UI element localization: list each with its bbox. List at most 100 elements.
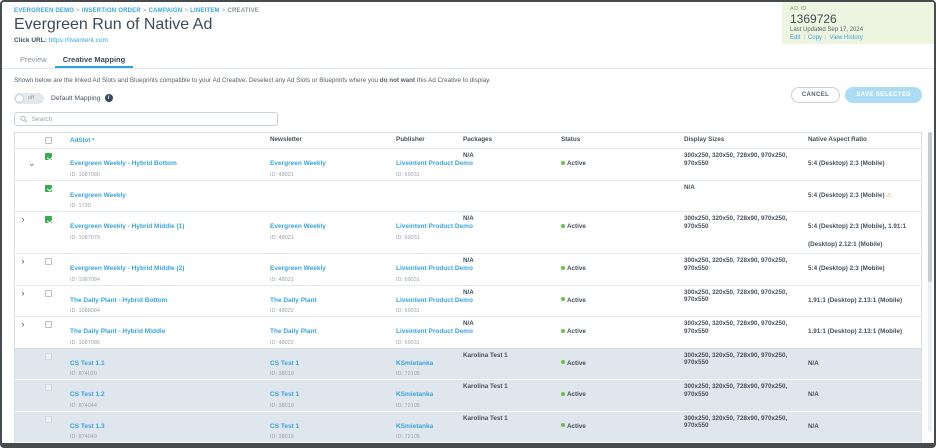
native-aspect-ratio-cell: 5:4 (Desktop) 2:3 (Mobile)⚠ bbox=[808, 181, 921, 212]
ad-action-view-history[interactable]: View History bbox=[829, 35, 862, 41]
column-header-packages[interactable]: Packages bbox=[463, 133, 561, 148]
publisher-id: ID: 69031 bbox=[396, 340, 459, 346]
adslot-link[interactable]: CS Test 1.3 bbox=[70, 423, 105, 431]
column-header-status[interactable]: Status bbox=[561, 133, 684, 148]
column-header-native-aspect-ratio[interactable]: Native Aspect Ratio bbox=[808, 133, 921, 148]
search-input[interactable] bbox=[32, 116, 272, 123]
publisher-cell: KSmietankaID: 72105 bbox=[396, 443, 463, 448]
table-row[interactable]: › Evergreen Weekly - Hybrid Middle (1)ID:… bbox=[15, 211, 921, 253]
tab-creative-mapping[interactable]: Creative Mapping bbox=[55, 52, 134, 68]
table-row[interactable]: › The Daily Plant - Hybrid Bottom ID: 1088… bbox=[15, 285, 921, 317]
expand-cell bbox=[15, 412, 31, 443]
breadcrumb-item[interactable]: INSERTION ORDER bbox=[82, 8, 141, 14]
row-checkbox[interactable] bbox=[45, 153, 52, 160]
newsletter-id: ID: 48021 bbox=[270, 172, 392, 178]
row-checkbox[interactable] bbox=[45, 290, 52, 297]
adslot-link[interactable]: Evergreen Weekly bbox=[70, 192, 126, 200]
column-header-adslot[interactable]: AdSlot▲ bbox=[70, 133, 270, 148]
packages-cell: Karolina Test 1 bbox=[463, 349, 561, 380]
adslot-cell: Evergreen Weekly - Hybrid Middle (1)ID: … bbox=[70, 212, 270, 253]
cancel-button[interactable]: CANCEL bbox=[791, 87, 840, 103]
adslot-link[interactable]: CS Test 1.1 bbox=[70, 360, 105, 368]
scrollbar-thumb[interactable] bbox=[928, 132, 932, 282]
newsletter-link[interactable]: The Daily Plant bbox=[270, 328, 317, 336]
ratio-value: 1.91:1 (Desktop) 2.13:1 (Mobile) bbox=[808, 297, 902, 304]
table-row[interactable]: CS Test 1.3ID: 874049CS Test 1ID: 38019K… bbox=[15, 411, 921, 443]
breadcrumb-separator: > bbox=[143, 8, 147, 14]
publisher-link[interactable]: Liveintent Product Demo bbox=[396, 160, 473, 168]
chevron-down-icon[interactable]: › bbox=[10, 163, 36, 166]
chevron-right-icon[interactable]: › bbox=[22, 257, 25, 283]
table-row[interactable]: CS Test 1.1ID: 874020CS Test 1ID: 38019K… bbox=[15, 348, 921, 380]
adslot-link[interactable]: The Daily Plant - Hybrid Middle bbox=[70, 328, 165, 336]
packages-cell: N/A bbox=[463, 286, 561, 317]
publisher-link[interactable]: KSmietanka bbox=[396, 423, 433, 431]
tab-preview[interactable]: Preview bbox=[12, 52, 55, 68]
newsletter-link[interactable]: Evergreen Weekly bbox=[270, 160, 326, 168]
click-url-link[interactable]: https://liveintent.com bbox=[49, 37, 108, 44]
publisher-link[interactable]: Liveintent Product Demo bbox=[396, 328, 473, 336]
publisher-link[interactable]: Liveintent Product Demo bbox=[396, 223, 473, 231]
table-row[interactable]: CS Test 1.4ID: 874862CS Test 1ID: 38019K… bbox=[15, 442, 921, 448]
adslot-id: ID: 1088084 bbox=[70, 308, 266, 314]
newsletter-link[interactable]: Evergreen Weekly bbox=[270, 265, 326, 273]
default-mapping-toggle[interactable]: off bbox=[14, 93, 44, 104]
status-dot-icon bbox=[561, 329, 565, 333]
display-sizes-cell: 300x250, 320x50, 728x90, 970x250, 970x55… bbox=[684, 254, 808, 285]
publisher-link[interactable]: KSmietanka bbox=[396, 360, 433, 368]
table-row[interactable]: › The Daily Plant - Hybrid Middle ID: 1087… bbox=[15, 316, 921, 348]
chevron-right-icon[interactable]: › bbox=[22, 320, 25, 346]
column-header-newsletter[interactable]: Newsletter bbox=[270, 133, 396, 148]
adslot-link[interactable]: Evergreen Weekly - Hybrid Bottom bbox=[70, 160, 177, 168]
table-row[interactable]: Evergreen WeeklyID: 1730N/A5:4 (Desktop)… bbox=[15, 180, 921, 212]
expand-cell: › bbox=[15, 286, 31, 317]
search-box[interactable] bbox=[14, 112, 278, 126]
native-aspect-ratio-cell: N/A bbox=[808, 443, 921, 448]
checkbox-cell bbox=[31, 380, 70, 411]
description-text: Shown below are the linked Ad Slots and … bbox=[14, 77, 380, 84]
chevron-right-icon[interactable]: › bbox=[22, 289, 25, 315]
adslot-link[interactable]: CS Test 1.2 bbox=[70, 391, 105, 399]
row-checkbox[interactable] bbox=[45, 258, 52, 265]
column-header-publisher[interactable]: Publisher bbox=[396, 133, 463, 148]
row-checkbox bbox=[45, 384, 52, 391]
breadcrumb-item[interactable]: CAMPAIGN bbox=[149, 8, 183, 14]
table-row[interactable]: ›Evergreen Weekly - Hybrid Middle (2)ID:… bbox=[15, 253, 921, 285]
ad-action-edit[interactable]: Edit bbox=[790, 35, 800, 41]
ratio-value: 1.91:1 (Desktop) 2.13:1 (Mobile) bbox=[808, 328, 902, 335]
row-checkbox[interactable] bbox=[45, 321, 52, 328]
chevron-right-icon[interactable]: › bbox=[22, 215, 25, 251]
adslot-id: ID: 1087086 bbox=[70, 340, 266, 346]
info-icon[interactable]: i bbox=[105, 94, 113, 102]
checkbox-cell bbox=[31, 349, 70, 380]
table-row[interactable]: CS Test 1.2ID: 874044CS Test 1ID: 38019K… bbox=[15, 379, 921, 411]
breadcrumb-separator: > bbox=[222, 8, 226, 14]
publisher-link[interactable]: KSmietanka bbox=[396, 391, 433, 399]
default-mapping-label: Default Mapping bbox=[51, 95, 101, 102]
adslot-cell: CS Test 1.4ID: 874862 bbox=[70, 443, 270, 448]
row-checkbox[interactable] bbox=[45, 185, 52, 192]
newsletter-link[interactable]: Evergreen Weekly bbox=[270, 223, 326, 231]
newsletter-link[interactable]: CS Test 1 bbox=[270, 360, 299, 368]
adslot-cell: The Daily Plant - Hybrid Middle ID: 10870… bbox=[70, 317, 270, 348]
adslot-cell: CS Test 1.1ID: 874020 bbox=[70, 349, 270, 380]
newsletter-link[interactable]: The Daily Plant bbox=[270, 297, 317, 305]
breadcrumb-item[interactable]: EVERGREEN DEMO bbox=[14, 8, 74, 14]
adslot-link[interactable]: Evergreen Weekly - Hybrid Middle (2) bbox=[70, 265, 184, 273]
newsletter-link[interactable]: CS Test 1 bbox=[270, 423, 299, 431]
row-checkbox[interactable] bbox=[45, 216, 52, 223]
publisher-link[interactable]: Liveintent Product Demo bbox=[396, 297, 473, 305]
ratio-value: 5:4 (Desktop) 2:3 (Mobile) bbox=[808, 265, 885, 272]
adslot-link[interactable]: The Daily Plant - Hybrid Bottom bbox=[70, 297, 168, 305]
column-header-display-sizes[interactable]: Display Sizes bbox=[684, 133, 808, 148]
ad-action-copy[interactable]: Copy bbox=[808, 35, 822, 41]
breadcrumb-item[interactable]: LINEITEM bbox=[190, 8, 220, 14]
adslot-link[interactable]: Evergreen Weekly - Hybrid Middle (1) bbox=[70, 223, 184, 231]
scrollbar[interactable] bbox=[928, 132, 932, 432]
packages-cell: N/A bbox=[463, 212, 561, 253]
table-row[interactable]: ›Evergreen Weekly - Hybrid BottomID: 108… bbox=[15, 148, 921, 180]
save-selected-button[interactable]: SAVE SELECTED bbox=[845, 87, 922, 103]
publisher-link[interactable]: Liveintent Product Demo bbox=[396, 265, 473, 273]
newsletter-link[interactable]: CS Test 1 bbox=[270, 391, 299, 399]
select-all-checkbox[interactable] bbox=[45, 137, 52, 144]
